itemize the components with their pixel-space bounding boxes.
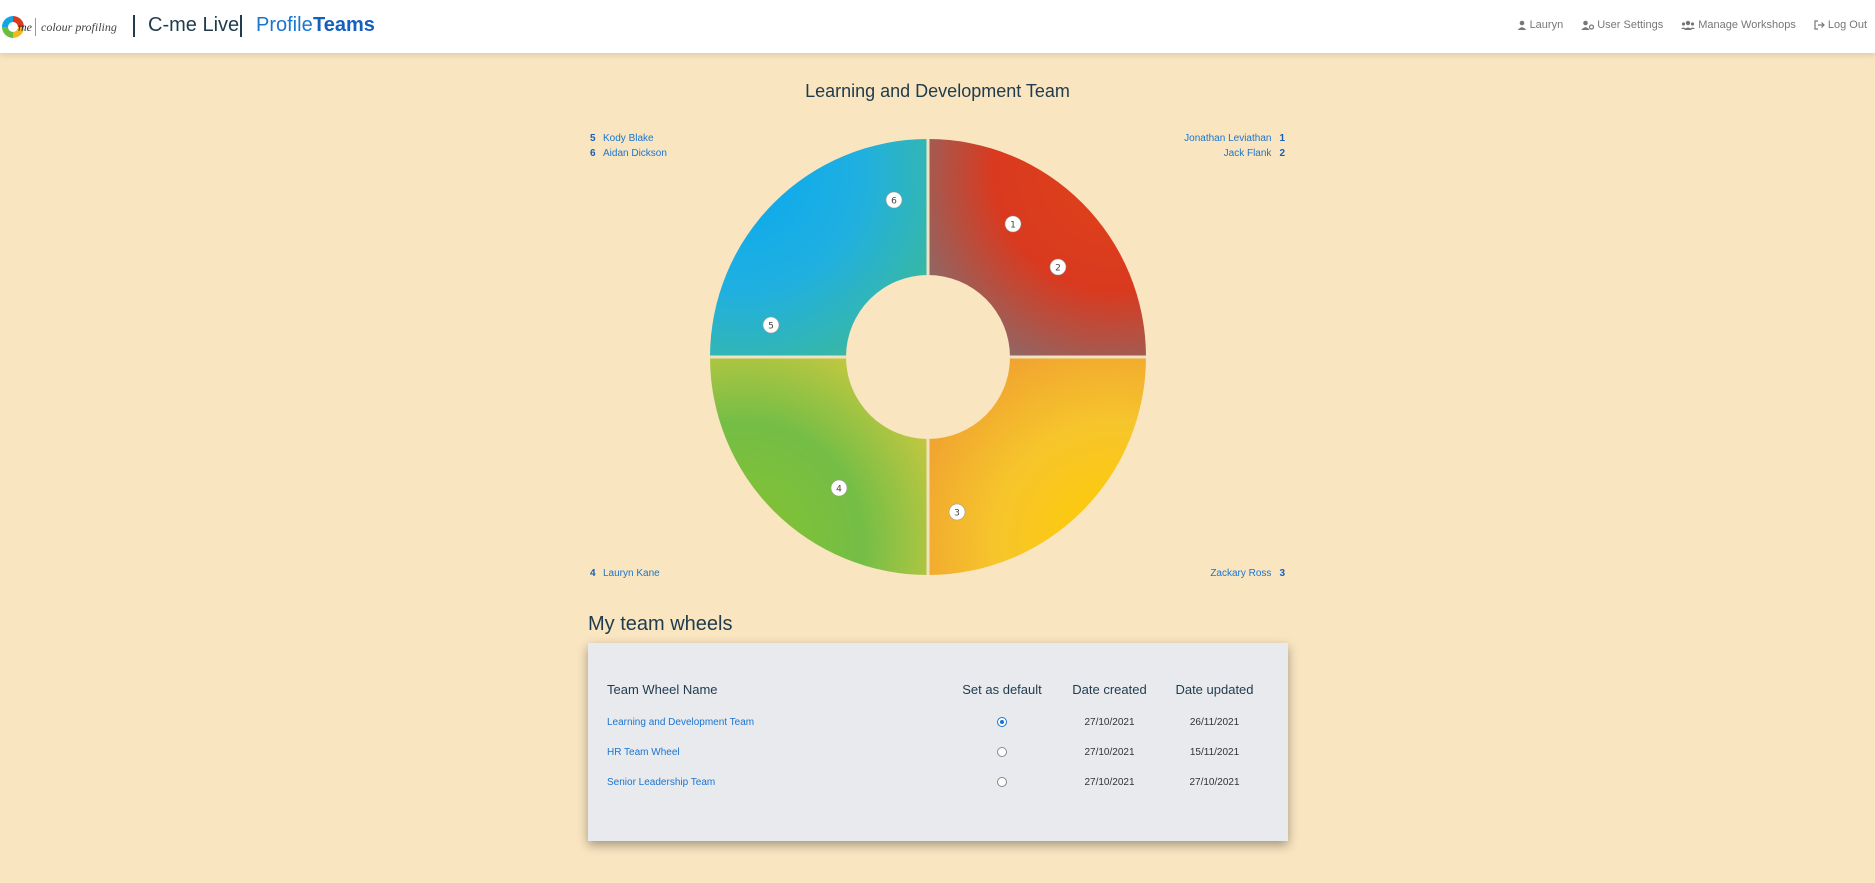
wheel-marker[interactable]: 4	[830, 479, 848, 497]
default-radio[interactable]	[997, 776, 1007, 787]
team-wheel-link[interactable]: Learning and Development Team	[607, 707, 947, 737]
legend-number: 5	[590, 133, 596, 144]
column-header-updated: Date updated	[1175, 681, 1254, 697]
legend-number: 1	[1279, 133, 1285, 144]
column-header-default: Set as default	[962, 681, 1042, 697]
date-updated: 27/10/2021	[1189, 776, 1240, 788]
menu-user-settings-label: User Settings	[1597, 19, 1664, 31]
logo-tagline: colour profiling	[41, 19, 117, 34]
logout-icon	[1814, 20, 1825, 30]
brand-logo[interactable]: me colour profiling	[0, 14, 117, 40]
user-menu: Lauryn User Settings Manage Workshops Lo…	[1499, 19, 1875, 31]
table-row: Learning and Development Team 27/10/2021…	[607, 707, 1267, 737]
legend-bottom-right: Zackary Ross 3	[1210, 566, 1285, 581]
svg-text:2: 2	[1055, 264, 1061, 274]
legend-item[interactable]: Zackary Ross 3	[1210, 566, 1285, 581]
team-wheel-link[interactable]: HR Team Wheel	[607, 737, 947, 767]
user-icon	[1517, 20, 1526, 30]
menu-logout-label: Log Out	[1827, 19, 1867, 31]
legend-name: Kody Blake	[603, 133, 654, 144]
svg-text:5: 5	[768, 322, 774, 332]
legend-item[interactable]: 4 Lauryn Kane	[590, 566, 660, 581]
date-created: 27/10/2021	[1084, 776, 1135, 788]
legend-number: 6	[590, 148, 596, 159]
user-gear-icon	[1581, 20, 1595, 30]
date-updated: 15/11/2021	[1189, 746, 1240, 758]
menu-manage-workshops-label: Manage Workshops	[1698, 19, 1796, 31]
legend-top-right: Jonathan Leviathan 1 Jack Flank 2	[1184, 131, 1285, 161]
legend-name: Zackary Ross	[1210, 568, 1272, 579]
svg-text:6: 6	[891, 197, 897, 207]
menu-user-label: Lauryn	[1529, 19, 1564, 31]
logo-me-text: me	[18, 19, 32, 34]
wheel-marker[interactable]: 3	[948, 503, 966, 521]
team-wheels-table: Team Wheel Name Set as default Date crea…	[607, 677, 1267, 797]
legend-item[interactable]: 6 Aidan Dickson	[590, 146, 667, 161]
team-wheels-card: Team Wheel Name Set as default Date crea…	[588, 643, 1288, 841]
legend-item[interactable]: Jack Flank 2	[1184, 146, 1285, 161]
menu-manage-workshops[interactable]: Manage Workshops	[1681, 19, 1796, 31]
legend-name: Lauryn Kane	[603, 568, 660, 579]
legend-item[interactable]: 5 Kody Blake	[590, 131, 667, 146]
default-radio-cell	[947, 737, 1057, 767]
nav-divider	[240, 15, 242, 37]
table-row: HR Team Wheel 27/10/2021 15/11/2021	[607, 737, 1267, 767]
legend-number: 2	[1279, 148, 1285, 159]
app-title[interactable]: C-me Live	[148, 14, 239, 37]
svg-text:4: 4	[836, 485, 842, 495]
legend-name: Jonathan Leviathan	[1184, 133, 1272, 144]
table-row: Senior Leadership Team 27/10/2021 27/10/…	[607, 767, 1267, 797]
date-created: 27/10/2021	[1084, 746, 1135, 758]
svg-text:3: 3	[954, 509, 960, 519]
date-created: 27/10/2021	[1084, 716, 1135, 728]
team-wheel-link[interactable]: Senior Leadership Team	[607, 767, 947, 797]
table-header-row: Team Wheel Name Set as default Date crea…	[607, 677, 1267, 707]
menu-logout[interactable]: Log Out	[1814, 19, 1867, 31]
menu-user-settings[interactable]: User Settings	[1581, 19, 1663, 31]
column-header-name: Team Wheel Name	[607, 681, 718, 697]
wheel-marker[interactable]: 1	[1004, 215, 1022, 233]
legend-item[interactable]: Jonathan Leviathan 1	[1184, 131, 1285, 146]
nav-teams-link[interactable]: Teams	[313, 14, 375, 37]
column-header-created: Date created	[1072, 681, 1147, 697]
wheel-yellow-segment	[928, 357, 1146, 575]
users-icon	[1681, 20, 1696, 30]
wheel-marker[interactable]: 2	[1049, 258, 1067, 276]
legend-number: 4	[590, 568, 596, 579]
top-navbar: me colour profiling C-me Live Profile Te…	[0, 0, 1875, 53]
svg-text:1: 1	[1010, 221, 1016, 231]
legend-name: Jack Flank	[1223, 148, 1272, 159]
default-radio-cell	[947, 707, 1057, 737]
date-updated: 26/11/2021	[1189, 716, 1240, 728]
menu-user[interactable]: Lauryn	[1517, 19, 1564, 31]
wheel-marker[interactable]: 6	[885, 191, 903, 209]
default-radio-cell	[947, 767, 1057, 797]
legend-name: Aidan Dickson	[603, 148, 667, 159]
colour-wheel: 1 2 3 4 5 6	[710, 139, 1146, 575]
wheel-marker[interactable]: 5	[762, 316, 780, 334]
legend-bottom-left: 4 Lauryn Kane	[590, 566, 660, 581]
wheel-blue-segment	[710, 139, 928, 357]
wheel-green-segment	[710, 357, 928, 575]
default-radio[interactable]	[997, 716, 1007, 727]
wheel-title: Learning and Development Team	[805, 81, 1070, 101]
legend-top-left: 5 Kody Blake 6 Aidan Dickson	[590, 131, 667, 161]
nav-divider	[133, 15, 135, 37]
legend-number: 3	[1279, 568, 1285, 579]
default-radio[interactable]	[997, 746, 1007, 757]
wheel-red-segment	[928, 139, 1146, 357]
logo-divider	[35, 18, 36, 36]
nav-profile-link[interactable]: Profile	[256, 14, 313, 37]
team-wheels-title: My team wheels	[588, 613, 733, 635]
